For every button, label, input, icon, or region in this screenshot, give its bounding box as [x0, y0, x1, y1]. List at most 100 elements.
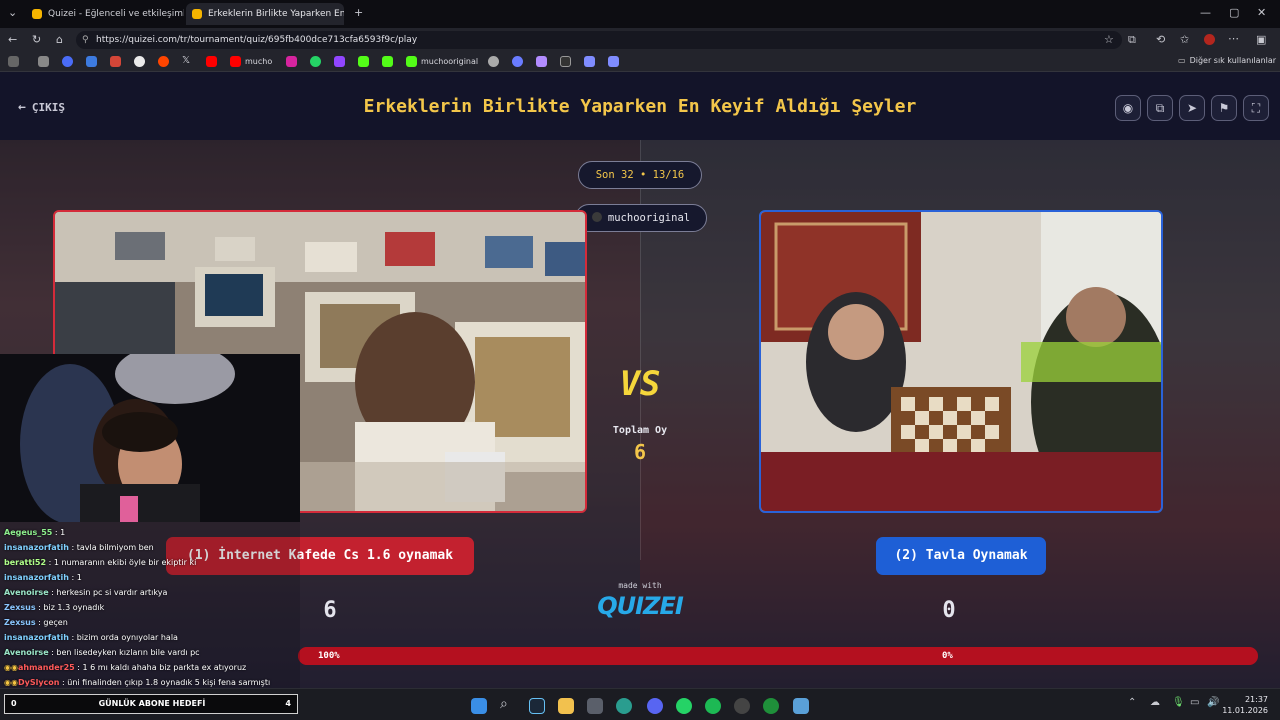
tab-quizei-home[interactable]: Quizei - Eğlenceli ve etkileşimli qu ✕ [26, 3, 184, 25]
file-explorer-icon[interactable] [558, 698, 574, 714]
copy-icon[interactable]: ⧉ [1147, 95, 1173, 121]
app-icon[interactable] [793, 698, 809, 714]
discord-icon[interactable] [647, 698, 663, 714]
site-info-icon[interactable]: ⚲ [82, 31, 89, 49]
tab-label: Erkeklerin Birlikte Yaparken En Key [208, 9, 344, 19]
more-icon[interactable]: ⋯ [1228, 32, 1239, 45]
shield-icon[interactable] [608, 56, 619, 67]
option-2-image[interactable] [759, 210, 1163, 513]
option-1-percent: 100% [318, 651, 340, 661]
round-badge: Son 32 • 13/16 [578, 161, 702, 189]
url-text: https://quizei.com/tr/tournament/quiz/69… [96, 35, 418, 45]
kick-icon[interactable] [358, 56, 369, 67]
webcam-overlay [0, 354, 300, 522]
tm-icon[interactable] [560, 56, 571, 67]
network-icon[interactable]: ▭ [1190, 697, 1199, 708]
shield-icon[interactable] [584, 56, 595, 67]
whatsapp-icon[interactable] [676, 698, 692, 714]
gmail-icon[interactable] [110, 56, 121, 67]
bookmark-label: muchooriginal [421, 57, 479, 66]
home-icon[interactable]: ⌂ [56, 33, 63, 46]
instagram-icon[interactable] [286, 56, 297, 67]
other-bookmarks[interactable]: ▭ Diğer sık kullanılanlar [1178, 56, 1276, 65]
chat-text: : 1 [68, 573, 82, 582]
whatsapp-icon[interactable] [310, 56, 321, 67]
bookmark-label: mucho [245, 57, 273, 66]
google-icon[interactable] [134, 56, 145, 67]
x-icon[interactable]: 𝕏 [182, 55, 190, 66]
app-icon[interactable] [763, 698, 779, 714]
tab-quiz-play[interactable]: Erkeklerin Birlikte Yaparken En Key ✕ [186, 3, 344, 25]
minimize-icon[interactable]: — [1200, 6, 1211, 19]
backgammon-photo [761, 212, 1161, 511]
window-close-icon[interactable]: ✕ [1257, 6, 1266, 19]
chat-user: insanazorfatih [4, 633, 69, 642]
system-clock[interactable]: 21:37 11.01.2026 [1222, 694, 1268, 716]
chat-text: : üni finalinden çıkıp 1.8 oynadık 5 kiş… [59, 678, 271, 687]
bookmark-mucho[interactable]: mucho [230, 56, 272, 67]
bookmark-icon[interactable] [86, 56, 97, 67]
chat-text: : 1 [52, 528, 66, 537]
tab-label: Quizei - Eğlenceli ve etkileşimli qu [48, 9, 184, 19]
chat-message: Avenoirse : herkesin pc si vardır artıky… [4, 588, 167, 597]
eye-icon[interactable]: ◉ [1115, 95, 1141, 121]
flag-icon[interactable]: ⚑ [1211, 95, 1237, 121]
bookmark-icon[interactable] [512, 56, 523, 67]
spotify-icon[interactable] [705, 698, 721, 714]
profile-avatar[interactable] [1204, 34, 1215, 45]
chevron-up-icon[interactable]: ⌃ [1128, 697, 1136, 708]
fullscreen-icon[interactable]: ⛶ [1243, 95, 1269, 121]
option-1-score: 6 [323, 598, 337, 623]
chat-user: ahmander25 [17, 663, 75, 672]
bookmark-icon[interactable] [38, 56, 49, 67]
option-2-button[interactable]: (2) Tavla Oynamak [876, 537, 1046, 575]
chat-message: ◉◉DySlycon : üni finalinden çıkıp 1.8 oy… [4, 678, 270, 687]
goal-label: GÜNLÜK ABONE HEDEFİ [98, 699, 206, 708]
volume-icon[interactable]: 🔊 [1207, 697, 1219, 708]
quizei-favicon [192, 9, 202, 19]
maximize-icon[interactable]: ▢ [1229, 6, 1239, 19]
back-icon[interactable]: ← [8, 33, 17, 46]
start-icon[interactable] [471, 698, 487, 714]
store-icon[interactable] [587, 698, 603, 714]
twitch-icon[interactable] [334, 56, 345, 67]
edge-icon[interactable] [616, 698, 632, 714]
bookmark-icon[interactable] [8, 56, 19, 67]
quizei-logo[interactable]: QUIZEI [590, 592, 690, 620]
made-with-label: made with [618, 581, 662, 590]
chat-user: Avenoirse [4, 588, 49, 597]
tray-icon[interactable]: ☁ [1150, 697, 1160, 708]
clock-date: 11.01.2026 [1222, 706, 1268, 715]
youtube-icon[interactable] [206, 56, 217, 67]
bookmark-icon[interactable] [62, 56, 73, 67]
clock-time: 21:37 [1244, 695, 1268, 704]
address-field[interactable]: ⚲ https://quizei.com/tr/tournament/quiz/… [76, 31, 1122, 49]
share-icon[interactable]: ➤ [1179, 95, 1205, 121]
chat-message: Zexsus : geçen [4, 618, 68, 627]
reddit-icon[interactable] [158, 56, 169, 67]
sidebar-icon[interactable]: ▣ [1256, 33, 1266, 46]
favorites-icon[interactable]: ✩ [1180, 33, 1189, 46]
kick-icon[interactable] [382, 56, 393, 67]
steam-icon[interactable] [529, 698, 545, 714]
badge-icon: ◉◉ [4, 663, 18, 672]
new-tab-icon[interactable]: + [354, 6, 363, 19]
extensions-icon[interactable]: ⧉ [1128, 33, 1136, 47]
avatar [591, 212, 602, 222]
tab-list-icon[interactable]: ⌄ [8, 6, 17, 19]
bookmark-muchooriginal[interactable]: muchooriginal [406, 56, 478, 67]
vote-progress-bar: 100% 0% [298, 647, 1258, 665]
option-2-score: 0 [942, 598, 956, 623]
obs-icon[interactable] [734, 698, 750, 714]
reload-icon[interactable]: ↻ [32, 33, 41, 46]
sync-icon[interactable]: ⟲ [1156, 33, 1165, 46]
subscriber-goal-bar: 0 GÜNLÜK ABONE HEDEFİ 4 [4, 694, 298, 714]
bookmark-icon[interactable] [488, 56, 499, 67]
chat-user: Zexsus [4, 618, 36, 627]
microphone-icon[interactable]: 🎙 [1172, 697, 1185, 708]
chat-user: DySlycon [17, 678, 60, 687]
chat-user: Zexsus [4, 603, 36, 612]
search-icon[interactable]: ⌕ [500, 696, 508, 712]
bookmark-icon[interactable] [536, 56, 547, 67]
star-icon[interactable]: ☆ [1104, 33, 1114, 46]
